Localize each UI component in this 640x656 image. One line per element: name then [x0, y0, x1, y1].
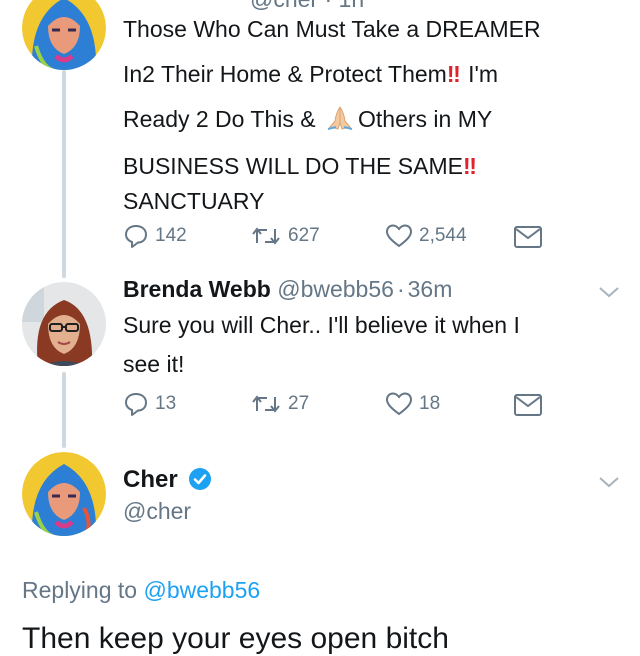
- thread-connector-1: [62, 70, 66, 278]
- like-icon: [385, 392, 413, 416]
- tweet3-menu-chevron[interactable]: [597, 474, 621, 495]
- like-icon: [385, 224, 413, 248]
- tweet1-line-4: BUSINESS WILL DO THE SAME‼: [123, 147, 541, 186]
- tweet3-author-name: Cher: [123, 466, 178, 493]
- retweet-icon: [252, 227, 280, 245]
- tweet2-text: Sure you will Cher.. I'll believe it whe…: [123, 306, 520, 384]
- tweet1-line-1: Those Who Can Must Take a DREAMER: [123, 16, 541, 42]
- tweet2-retweet-action[interactable]: 27: [250, 391, 309, 417]
- tweet3-author-handle[interactable]: @cher: [123, 498, 191, 525]
- tweet1-text: Those Who Can Must Take a DREAMER In2 Th…: [123, 10, 541, 221]
- chevron-down-icon: [599, 477, 619, 488]
- reply-icon: [125, 225, 147, 248]
- replying-to-handle[interactable]: @bwebb56: [143, 577, 260, 603]
- tweet2-author-name[interactable]: Brenda Webb: [123, 276, 271, 302]
- direct-message-icon: [514, 226, 542, 248]
- reply-icon: [125, 393, 147, 416]
- tweet2-header: Brenda Webb @bwebb56 · 36m: [123, 276, 452, 303]
- brenda-avatar[interactable]: [22, 282, 106, 366]
- tweet2-reply-action[interactable]: 13: [123, 391, 176, 417]
- tweet1-line-2: In2 Their Home & Protect Them‼ I'm: [123, 55, 541, 94]
- verified-badge-icon: [189, 467, 212, 490]
- tweet2-line-1: Sure you will Cher.. I'll believe it whe…: [123, 312, 520, 338]
- tweet2-dm-action[interactable]: [513, 393, 543, 417]
- tweet2-timestamp[interactable]: 36m: [408, 276, 453, 302]
- retweet-icon: [252, 395, 280, 413]
- double-exclamation-icon: ‼: [446, 61, 461, 87]
- replying-to-line: Replying to @bwebb56: [22, 577, 260, 604]
- tweet3-author[interactable]: Cher: [123, 466, 212, 494]
- tweet1-reply-action[interactable]: 142: [123, 223, 187, 249]
- tweet1-line-5: SANCTUARY: [123, 188, 265, 214]
- tweet2-like-action[interactable]: 18: [385, 391, 440, 417]
- tweet2-author-handle[interactable]: @bwebb56: [277, 276, 394, 302]
- tweet1-like-action[interactable]: 2,544: [385, 223, 467, 249]
- thread-connector-2: [62, 372, 66, 448]
- double-exclamation-icon-2: ‼: [462, 153, 477, 179]
- tweet1-line-2-tail: I'm: [468, 61, 499, 87]
- tweet1-line-3: Ready 2 Do This & Others in MY: [123, 100, 541, 143]
- chevron-down-icon: [599, 287, 619, 298]
- tweet1-line-3-text: Ready 2 Do This &: [123, 106, 316, 132]
- tweet1-line-3-tail: Others in MY: [358, 106, 493, 132]
- cher-avatar-2[interactable]: [22, 452, 106, 536]
- tweet2-reply-count: 13: [155, 393, 177, 414]
- folded-hands-icon: [324, 104, 356, 143]
- tweet1-dm-action[interactable]: [513, 225, 543, 249]
- tweet1-line-2-text: In2 Their Home & Protect Them: [123, 61, 447, 87]
- tweet2-like-count: 18: [419, 393, 441, 414]
- tweet2-line-2: see it!: [123, 351, 185, 377]
- tweet1-line-4-text: BUSINESS WILL DO THE SAME: [123, 153, 463, 179]
- tweet2-retweet-count: 27: [288, 393, 310, 414]
- tweet2-separator: ·: [396, 276, 405, 302]
- tweet3-text: Then keep your eyes open bitch: [22, 622, 449, 655]
- replying-to-prefix: Replying to: [22, 577, 138, 603]
- tweet1-like-count: 2,544: [419, 225, 467, 246]
- tweet2-menu-chevron[interactable]: [597, 284, 621, 305]
- tweet1-retweet-action[interactable]: 627: [250, 223, 320, 249]
- tweet1-reply-count: 142: [155, 225, 187, 246]
- direct-message-icon: [514, 394, 542, 416]
- tweet1-retweet-count: 627: [288, 225, 320, 246]
- cher-avatar[interactable]: [22, 0, 106, 70]
